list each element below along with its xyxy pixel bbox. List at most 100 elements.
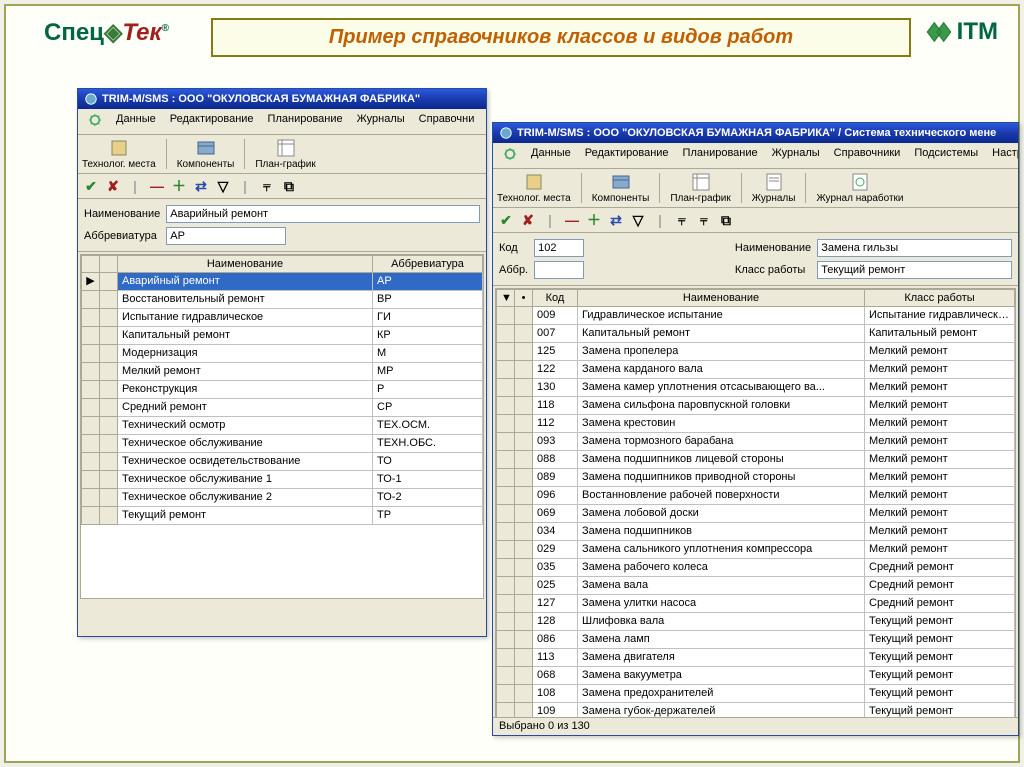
table-row[interactable]: Техническое обслуживание 1ТО-1: [82, 471, 483, 489]
toolbar-button[interactable]: Технолог. места: [497, 172, 571, 204]
table-row[interactable]: 109Замена губок-держателейТекущий ремонт: [497, 703, 1015, 719]
menubar-2[interactable]: ДанныеРедактированиеПланированиеЖурналыС…: [493, 143, 1018, 169]
menu-item[interactable]: Настройки: [986, 145, 1018, 166]
table-row[interactable]: 025Замена валаСредний ремонт: [497, 577, 1015, 595]
copy-icon[interactable]: ⧉: [717, 211, 735, 229]
col-name[interactable]: Наименование: [578, 290, 865, 307]
table-row[interactable]: МодернизацияМ: [82, 345, 483, 363]
abbr-input[interactable]: [534, 261, 584, 279]
table-row[interactable]: Средний ремонтСР: [82, 399, 483, 417]
filter-icon[interactable]: ▽: [214, 177, 232, 195]
toolbar-button[interactable]: План-график: [255, 138, 315, 170]
plus-icon[interactable]: ＋: [585, 211, 603, 229]
table-row[interactable]: 089Замена подшипников приводной стороныМ…: [497, 469, 1015, 487]
plus-icon[interactable]: ＋: [170, 177, 188, 195]
table-row[interactable]: 125Замена пропелераМелкий ремонт: [497, 343, 1015, 361]
check-icon[interactable]: ✔: [82, 177, 100, 195]
col-code[interactable]: Код: [533, 290, 578, 307]
table-row[interactable]: РеконструкцияР: [82, 381, 483, 399]
toolbar-button[interactable]: План-график: [670, 172, 730, 204]
abbr-input[interactable]: [166, 227, 286, 245]
table-row[interactable]: Техническое освидетельствованиеТО: [82, 453, 483, 471]
menu-item[interactable]: Журналы: [766, 145, 826, 166]
table-row[interactable]: Капитальный ремонтКР: [82, 327, 483, 345]
menu-item[interactable]: Справочни: [413, 111, 481, 132]
table-row[interactable]: 113Замена двигателяТекущий ремонт: [497, 649, 1015, 667]
table-row[interactable]: Текущий ремонтТР: [82, 507, 483, 525]
table-row[interactable]: 112Замена крестовинМелкий ремонт: [497, 415, 1015, 433]
table-row[interactable]: 118Замена сильфона паровпускной головкиМ…: [497, 397, 1015, 415]
cancel-icon[interactable]: ✘: [104, 177, 122, 195]
table-row[interactable]: 086Замена лампТекущий ремонт: [497, 631, 1015, 649]
menu-item[interactable]: Планирование: [677, 145, 764, 166]
marker-col: [82, 256, 100, 273]
toolbar-button[interactable]: Технолог. места: [82, 138, 156, 170]
funnel-icon[interactable]: ⫧: [258, 177, 276, 195]
table-row[interactable]: 035Замена рабочего колесаСредний ремонт: [497, 559, 1015, 577]
table-row[interactable]: 088Замена подшипников лицевой стороныМел…: [497, 451, 1015, 469]
toolbar-main-1[interactable]: Технолог. места Компоненты План-график: [78, 135, 486, 174]
toolbar-button[interactable]: Компоненты: [592, 172, 650, 204]
name-input[interactable]: [166, 205, 480, 223]
table-row[interactable]: 108Замена предохранителейТекущий ремонт: [497, 685, 1015, 703]
table-row[interactable]: 068Замена вакууметраТекущий ремонт: [497, 667, 1015, 685]
table-row[interactable]: 093Замена тормозного барабанаМелкий ремо…: [497, 433, 1015, 451]
class-label: Класс работы: [735, 264, 811, 276]
menu-item[interactable]: Данные: [110, 111, 162, 132]
filter-icon[interactable]: ▽: [629, 211, 647, 229]
table-row[interactable]: 069Замена лобовой доскиМелкий ремонт: [497, 505, 1015, 523]
arrows-icon[interactable]: ⇄: [192, 177, 210, 195]
titlebar-2[interactable]: TRIM-M/SMS : ООО "ОКУЛОВСКАЯ БУМАЖНАЯ ФА…: [493, 123, 1018, 143]
minus-icon[interactable]: —: [148, 177, 166, 195]
toolbar-main-2[interactable]: Технолог. места Компоненты План-график Журн…: [493, 169, 1018, 208]
col-abbr[interactable]: Аббревиатура: [373, 256, 483, 273]
menu-item[interactable]: Подсистемы: [908, 145, 984, 166]
copy-icon[interactable]: ⧉: [280, 177, 298, 195]
menu-item[interactable]: Журналы: [351, 111, 411, 132]
app-icon: [84, 92, 98, 106]
name-input[interactable]: [817, 239, 1012, 257]
table-row[interactable]: 127Замена улитки насосаСредний ремонт: [497, 595, 1015, 613]
check-icon[interactable]: ✔: [497, 211, 515, 229]
titlebar-1[interactable]: TRIM-M/SMS : ООО "ОКУЛОВСКАЯ БУМАЖНАЯ ФА…: [78, 89, 486, 109]
code-input[interactable]: [534, 239, 584, 257]
menu-item[interactable]: Редактирование: [164, 111, 260, 132]
toolbar-button[interactable]: Компоненты: [177, 138, 235, 170]
table-row[interactable]: 096Востанновление рабочей поверхностиМел…: [497, 487, 1015, 505]
cancel-icon[interactable]: ✘: [519, 211, 537, 229]
menu-item[interactable]: Редактирование: [579, 145, 675, 166]
table-row[interactable]: 009Гидравлическое испытаниеИспытание гид…: [497, 307, 1015, 325]
table-row[interactable]: Техническое обслуживаниеТЕХН.ОБС.: [82, 435, 483, 453]
funnel2-icon[interactable]: ⫧: [695, 211, 713, 229]
minus-icon[interactable]: —: [563, 211, 581, 229]
table-row[interactable]: Испытание гидравлическоеГИ: [82, 309, 483, 327]
table-row[interactable]: 128Шлифовка валаТекущий ремонт: [497, 613, 1015, 631]
funnel-icon[interactable]: ⫧: [673, 211, 691, 229]
table-row[interactable]: 130Замена камер уплотнения отсасывающего…: [497, 379, 1015, 397]
arrows-icon[interactable]: ⇄: [607, 211, 625, 229]
grid-classes[interactable]: Наименование Аббревиатура ▶Аварийный рем…: [80, 254, 484, 599]
col-name[interactable]: Наименование: [118, 256, 373, 273]
table-row[interactable]: Восстановительный ремонтВР: [82, 291, 483, 309]
table-row[interactable]: 029Замена сальникого уплотнения компресс…: [497, 541, 1015, 559]
toolbar-edit-1[interactable]: ✔ ✘ | — ＋ ⇄ ▽ | ⫧ ⧉: [78, 174, 486, 199]
menu-item[interactable]: Данные: [525, 145, 577, 166]
table-row[interactable]: Мелкий ремонтМР: [82, 363, 483, 381]
menubar-1[interactable]: ДанныеРедактированиеПланированиеЖурналыС…: [78, 109, 486, 135]
table-row[interactable]: 007Капитальный ремонтКапитальный ремонт: [497, 325, 1015, 343]
table-row[interactable]: 122Замена карданого валаМелкий ремонт: [497, 361, 1015, 379]
menu-item[interactable]: Справочники: [828, 145, 907, 166]
col-class[interactable]: Класс работы: [865, 290, 1015, 307]
name-label: Наименование: [735, 242, 811, 254]
grid-works[interactable]: ▼ • Код Наименование Класс работы 009Гид…: [495, 288, 1016, 718]
form-classes: Наименование Аббревиатура: [78, 199, 486, 252]
table-row[interactable]: Технический осмотрТЕХ.ОСМ.: [82, 417, 483, 435]
toolbar-edit-2[interactable]: ✔ ✘ | — ＋ ⇄ ▽ | ⫧ ⫧ ⧉: [493, 208, 1018, 233]
table-row[interactable]: Техническое обслуживание 2ТО-2: [82, 489, 483, 507]
class-input[interactable]: [817, 261, 1012, 279]
table-row[interactable]: 034Замена подшипниковМелкий ремонт: [497, 523, 1015, 541]
table-row[interactable]: ▶Аварийный ремонтАР: [82, 273, 483, 291]
toolbar-button[interactable]: Журнал наработки: [816, 172, 903, 204]
toolbar-button[interactable]: Журналы: [752, 172, 796, 204]
menu-item[interactable]: Планирование: [262, 111, 349, 132]
